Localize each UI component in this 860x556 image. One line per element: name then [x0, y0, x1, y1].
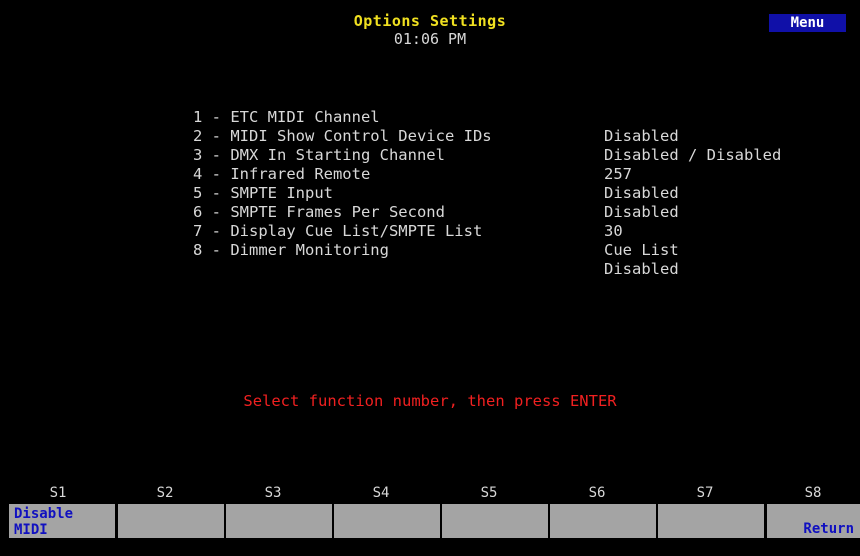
softkey-s4-button[interactable]	[334, 504, 440, 538]
option-smpte-frames-per-second[interactable]: 6 - SMPTE Frames Per Second 30	[193, 184, 823, 240]
page-title: Options Settings	[353, 12, 507, 30]
softkey-label-s6: S6	[588, 485, 606, 501]
softkey-label-s4: S4	[372, 485, 390, 501]
softkey-label-s5: S5	[480, 485, 498, 501]
option-dimmer-monitoring[interactable]: 8 - Dimmer Monitoring Disabled	[193, 222, 823, 278]
option-value: Cue List	[604, 241, 679, 259]
option-smpte-input[interactable]: 5 - SMPTE Input Disabled	[193, 165, 823, 221]
softkey-s5-button[interactable]	[442, 504, 548, 538]
menu-button[interactable]: Menu	[769, 14, 846, 32]
option-display-cue-list-smpte-list[interactable]: 7 - Display Cue List/SMPTE List Cue List	[193, 203, 823, 259]
softkey-s7-button[interactable]	[658, 504, 764, 538]
option-etc-midi-channel[interactable]: 1 - ETC MIDI Channel Disabled	[193, 89, 823, 145]
softkey-s8-text: Return	[803, 521, 854, 537]
softkey-label-s7: S7	[696, 485, 714, 501]
softkey-s6-button[interactable]	[550, 504, 656, 538]
option-midi-show-control-device-ids[interactable]: 2 - MIDI Show Control Device IDs Disable…	[193, 108, 823, 164]
softkey-label-s8: S8	[804, 485, 822, 501]
softkey-label-s3: S3	[264, 485, 282, 501]
softkey-label-s1: S1	[49, 485, 67, 501]
option-dmx-in-starting-channel[interactable]: 3 - DMX In Starting Channel 257	[193, 127, 823, 183]
options-settings-screen: Options Settings 01:06 PM Menu 1 - ETC M…	[0, 0, 860, 556]
softkey-s2-button[interactable]	[118, 504, 224, 538]
softkey-s1-disable-midi-button[interactable]: Disable MIDI	[9, 504, 115, 538]
option-infrared-remote[interactable]: 4 - Infrared Remote Disabled	[193, 146, 823, 202]
softkey-bar: S1 S2 S3 S4 S5 S6 S7 S8 Disable MIDI Ret…	[0, 485, 860, 556]
clock-time: 01:06 PM	[393, 30, 467, 48]
softkey-s1-text: Disable MIDI	[14, 506, 74, 538]
softkey-s3-button[interactable]	[226, 504, 332, 538]
instruction-prompt: Select function number, then press ENTER	[243, 392, 617, 410]
options-list: 1 - ETC MIDI Channel Disabled 2 - MIDI S…	[193, 89, 823, 278]
softkey-label-s2: S2	[156, 485, 174, 501]
option-label: 8 - Dimmer Monitoring	[193, 241, 389, 259]
softkey-s8-return-button[interactable]: Return	[767, 504, 860, 538]
option-value: Disabled	[604, 260, 679, 278]
